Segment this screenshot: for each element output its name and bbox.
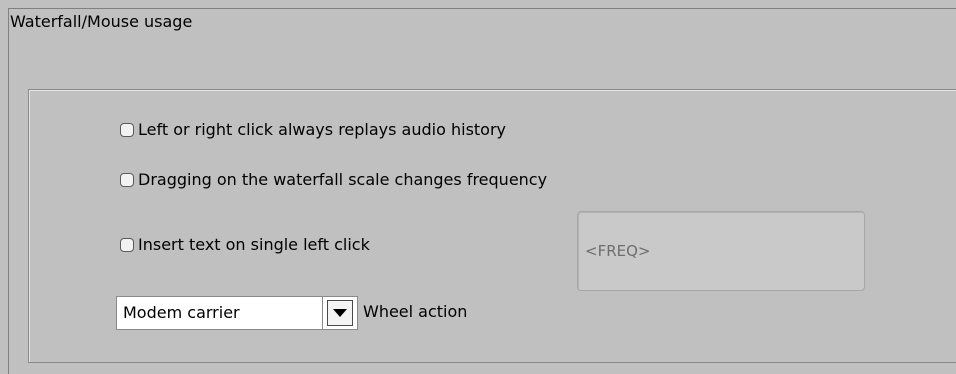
wheel-action-select[interactable]: Modem carrier	[116, 296, 358, 330]
insert-text-label: Insert text on single left click	[138, 235, 370, 254]
chevron-down-icon	[333, 309, 347, 317]
panel-title: Waterfall/Mouse usage	[10, 12, 193, 31]
insert-text-value: <FREQ>	[585, 242, 651, 260]
drag-scale-checkbox[interactable]	[120, 173, 134, 187]
replay-audio-checkbox[interactable]	[120, 123, 134, 137]
insert-text-option[interactable]: Insert text on single left click	[120, 234, 370, 256]
wheel-action-label: Wheel action	[363, 302, 468, 321]
wheel-action-value: Modem carrier	[123, 303, 240, 322]
insert-text-checkbox[interactable]	[120, 238, 134, 252]
dropdown-button[interactable]	[327, 300, 353, 326]
insert-text-field[interactable]: <FREQ>	[577, 211, 865, 291]
drag-scale-label: Dragging on the waterfall scale changes …	[138, 170, 548, 189]
combo-separator	[322, 297, 323, 329]
drag-scale-option[interactable]: Dragging on the waterfall scale changes …	[120, 169, 547, 191]
replay-audio-option[interactable]: Left or right click always replays audio…	[120, 119, 506, 141]
replay-audio-label: Left or right click always replays audio…	[138, 120, 507, 139]
